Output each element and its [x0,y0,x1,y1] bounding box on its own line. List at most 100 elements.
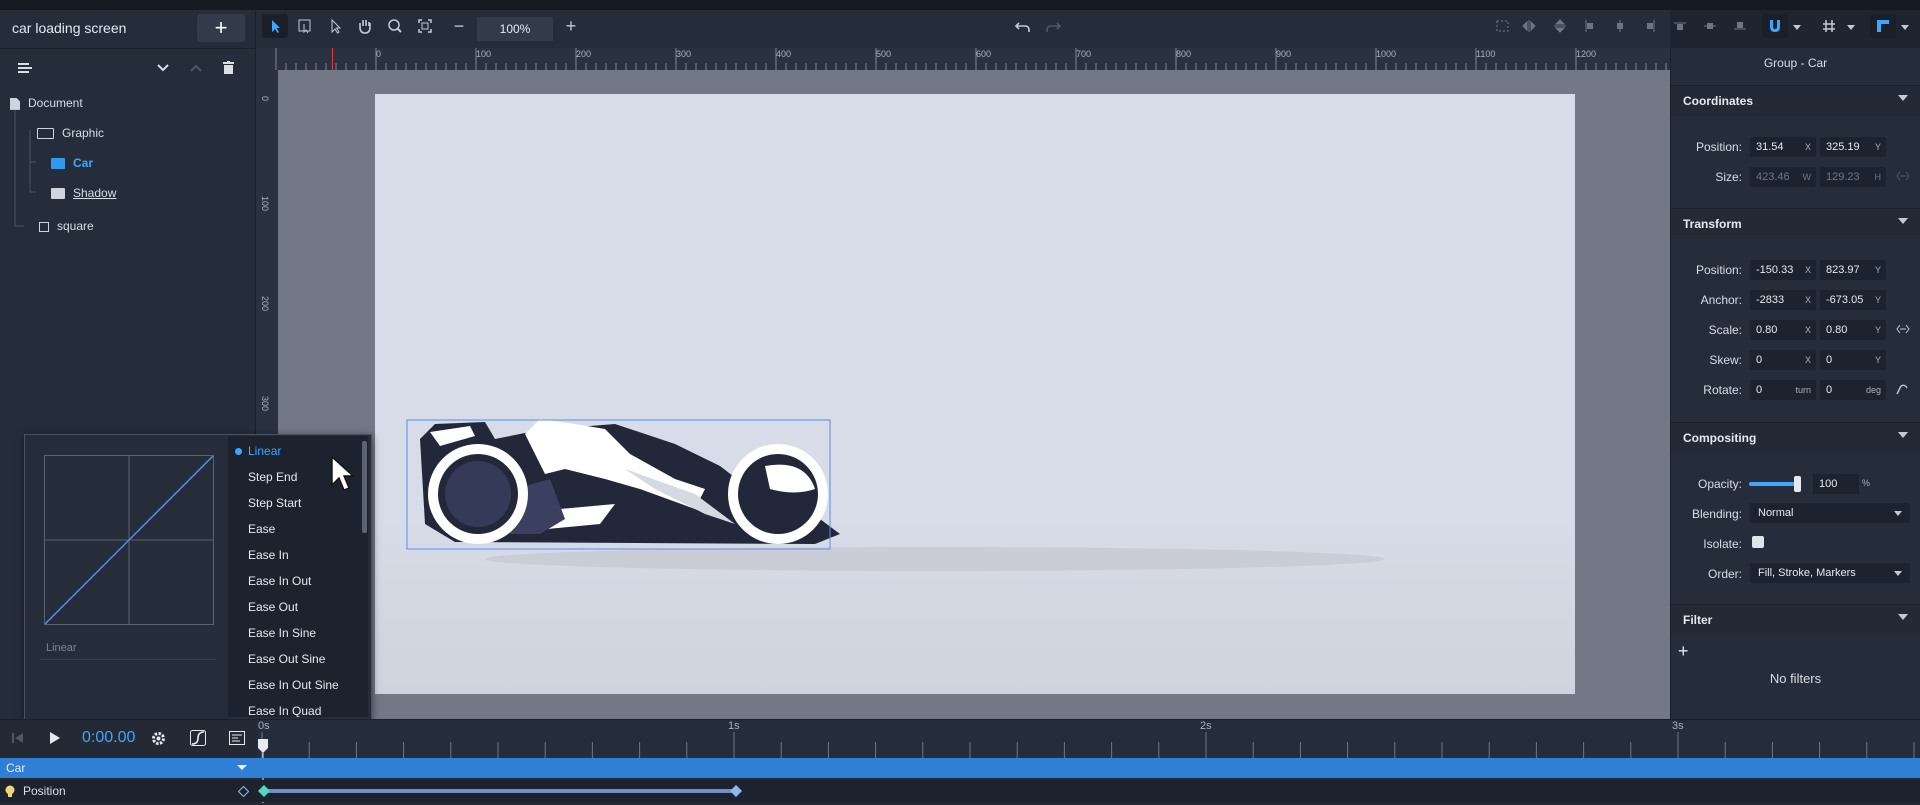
filter-section-header[interactable]: Filter [1671,604,1920,635]
align-left-icon[interactable] [1577,14,1603,38]
grid-icon[interactable] [1816,14,1842,38]
anchor-x[interactable]: -2833 X [1750,290,1816,310]
track-car[interactable]: Car [0,758,1920,778]
transform-position-x[interactable]: -150.33 X [1750,260,1816,280]
coord-position-x[interactable]: 31.54 X [1750,137,1816,157]
lightbulb-icon[interactable] [5,785,15,798]
zoom-in-button[interactable]: + [558,14,584,38]
node-tool-icon[interactable] [322,14,348,38]
easing-option[interactable]: Ease In Out Sine [248,676,339,694]
coord-size-h[interactable]: 129.23 H [1820,167,1886,187]
timeline-view-icon[interactable] [229,731,245,748]
tree-item-graphic[interactable]: Graphic [37,121,104,145]
skip-back-icon[interactable] [11,731,25,748]
opacity-input[interactable]: 100 [1813,474,1859,494]
keyframe-toggle-icon[interactable] [238,786,249,797]
timeline-ruler[interactable]: 0s 1s 2s 3s [256,720,1920,758]
order-select[interactable]: Fill, Stroke, Markers [1750,563,1910,583]
flip-vertical-icon[interactable] [1547,14,1573,38]
easing-option[interactable]: Ease In Quad [248,702,321,717]
coordinates-section-header[interactable]: Coordinates [1671,85,1920,116]
rotate-path-icon[interactable] [1895,382,1909,396]
hand-tool-icon[interactable] [352,14,378,38]
keyframe-end[interactable] [729,784,743,798]
chevron-up-icon[interactable] [190,64,202,72]
easing-option[interactable]: Step Start [248,494,301,512]
tree-item-document[interactable]: Document [10,91,83,115]
add-button[interactable]: + [197,14,245,42]
add-filter-button[interactable]: + [1678,641,1689,662]
easing-option[interactable]: Ease In [248,546,289,564]
opacity-slider-thumb[interactable] [1794,476,1801,492]
tree-item-shadow[interactable]: Shadow [51,181,116,205]
align-right-icon[interactable] [1637,14,1663,38]
rotate-deg[interactable]: 0 deg [1820,380,1886,400]
time-display[interactable]: 0:00.00 [82,729,135,747]
chevron-down-icon[interactable] [1898,432,1908,438]
easing-scrollbar[interactable] [362,441,367,533]
document-title[interactable]: car loading screen [12,20,126,36]
layers-menu-icon[interactable] [18,63,32,73]
chevron-down-icon[interactable] [237,765,247,771]
car-graphic[interactable] [375,94,1575,694]
keyframe-start[interactable] [257,784,271,798]
easing-option[interactable]: Ease Out [248,598,298,616]
easing-option[interactable]: Ease In Out [248,572,311,590]
chevron-down-icon[interactable] [1898,218,1908,224]
easing-option[interactable]: Ease [248,520,275,538]
rulers-dropdown-chevron-icon[interactable] [1901,25,1909,31]
zoom-tool-icon[interactable] [382,14,408,38]
align-bottom-icon[interactable] [1727,14,1753,38]
link-scale-icon[interactable] [1896,324,1910,334]
coord-position-y[interactable]: 325.19 Y [1820,137,1886,157]
flip-horizontal-icon[interactable] [1517,14,1543,38]
chevron-down-icon[interactable] [157,64,169,72]
isolate-checkbox[interactable] [1752,536,1764,548]
blending-select[interactable]: Normal [1750,503,1910,523]
snap-dropdown-chevron-icon[interactable] [1793,25,1801,31]
easing-option[interactable]: Ease In Sine [248,624,316,642]
play-icon[interactable] [48,731,62,748]
align-selection-icon[interactable] [1490,14,1516,38]
easing-option[interactable]: Step End [248,468,297,486]
keyframe-span[interactable] [263,789,735,793]
ruler-label: 1200 [1576,49,1597,59]
align-top-icon[interactable] [1667,14,1693,38]
fit-screen-icon[interactable] [412,14,438,38]
anchor-y[interactable]: -673.05 Y [1820,290,1886,310]
chevron-down-icon[interactable] [1898,95,1908,101]
grid-dropdown-chevron-icon[interactable] [1847,25,1855,31]
track-position[interactable]: Position [0,780,1920,802]
transform-tool-icon[interactable] [292,14,318,38]
tree-item-square[interactable]: square [39,214,94,238]
tree-item-car[interactable]: Car [51,151,93,175]
chevron-down-icon[interactable] [1898,614,1908,620]
trash-icon[interactable] [223,61,234,74]
transform-position-y[interactable]: 823.97 Y [1820,260,1886,280]
redo-icon[interactable] [1040,14,1066,38]
easing-curve-icon[interactable] [190,730,206,749]
zoom-input[interactable]: 100% [477,17,553,41]
coord-size-w[interactable]: 423.46 W [1750,167,1816,187]
easing-option[interactable]: Linear [248,442,281,460]
easing-option[interactable]: Ease Out Sine [248,650,325,668]
transform-section-header[interactable]: Transform [1671,208,1920,239]
zoom-out-button[interactable]: − [446,14,472,38]
skew-x[interactable]: 0X [1750,350,1816,370]
ruler-label: 200 [260,296,270,312]
scale-x[interactable]: 0.80 X [1750,320,1816,340]
opacity-slider[interactable] [1749,476,1801,492]
select-tool-icon[interactable] [262,14,288,38]
align-middle-icon[interactable] [1697,14,1723,38]
scale-y[interactable]: 0.80 Y [1820,320,1886,340]
magnet-snap-icon[interactable] [1762,14,1788,38]
align-center-icon[interactable] [1607,14,1633,38]
link-icon[interactable] [1896,171,1910,181]
compositing-section-header[interactable]: Compositing [1671,422,1920,453]
rulers-icon[interactable] [1870,14,1896,38]
skew-y[interactable]: 0Y [1820,350,1886,370]
rotate-turn[interactable]: 0 turn [1750,380,1816,400]
selected-dot-icon [235,448,242,455]
settings-gear-icon[interactable] [151,731,166,749]
undo-icon[interactable] [1010,14,1036,38]
